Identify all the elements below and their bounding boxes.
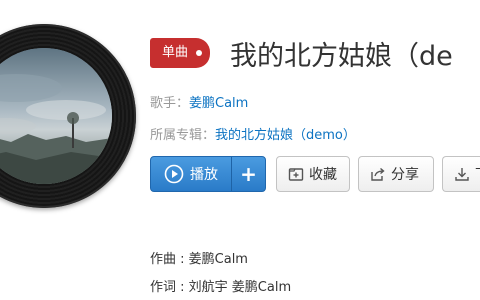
artist-label: 歌手： [150, 96, 190, 111]
composer-name: 姜鹏Calm [188, 252, 248, 267]
artist-link[interactable]: 姜鹏Calm [189, 96, 248, 111]
add-to-playlist-button[interactable]: + [232, 157, 265, 191]
download-button[interactable]: 下 [442, 156, 480, 192]
album-row: 所属专辑：我的北方姑娘（demo） [150, 124, 356, 143]
add-button-label: + [240, 162, 257, 186]
artist-row: 歌手：姜鹏Calm [150, 92, 248, 111]
album-label: 所属专辑： [150, 128, 216, 143]
badge-dot [196, 50, 203, 56]
song-detail-page: 单曲 我的北方姑娘（de 歌手：姜鹏Calm 所属专辑：我的北方姑娘（demo）… [0, 0, 480, 300]
composer-label: 作曲 : [150, 252, 189, 267]
lyricist-label: 作词 : [150, 280, 189, 295]
vinyl-record [0, 24, 136, 208]
single-badge-label: 单曲 [162, 45, 189, 60]
song-title: 我的北方姑娘（de [230, 41, 453, 72]
lyricist-row: 作词 : 刘航宇 姜鹏Calm [150, 276, 291, 295]
folder-plus-icon [288, 168, 304, 181]
play-button-label: 播放 [190, 167, 218, 183]
lyricist-names: 刘航宇 姜鹏Calm [188, 280, 292, 295]
share-button-label: 分享 [391, 167, 419, 183]
collect-button-label: 收藏 [309, 167, 337, 183]
share-arrow-icon [371, 167, 385, 181]
download-button-label: 下 [475, 164, 480, 184]
share-button[interactable]: 分享 [358, 156, 434, 192]
play-circle-icon [164, 164, 184, 184]
play-button-group: 播放 + [150, 156, 266, 192]
download-icon [455, 168, 469, 181]
collect-button[interactable]: 收藏 [276, 156, 350, 192]
composer-row: 作曲 : 姜鹏Calm [150, 248, 248, 267]
album-link[interactable]: 我的北方姑娘（demo） [215, 128, 356, 143]
play-button[interactable]: 播放 [151, 157, 231, 191]
single-badge: 单曲 [150, 38, 211, 68]
